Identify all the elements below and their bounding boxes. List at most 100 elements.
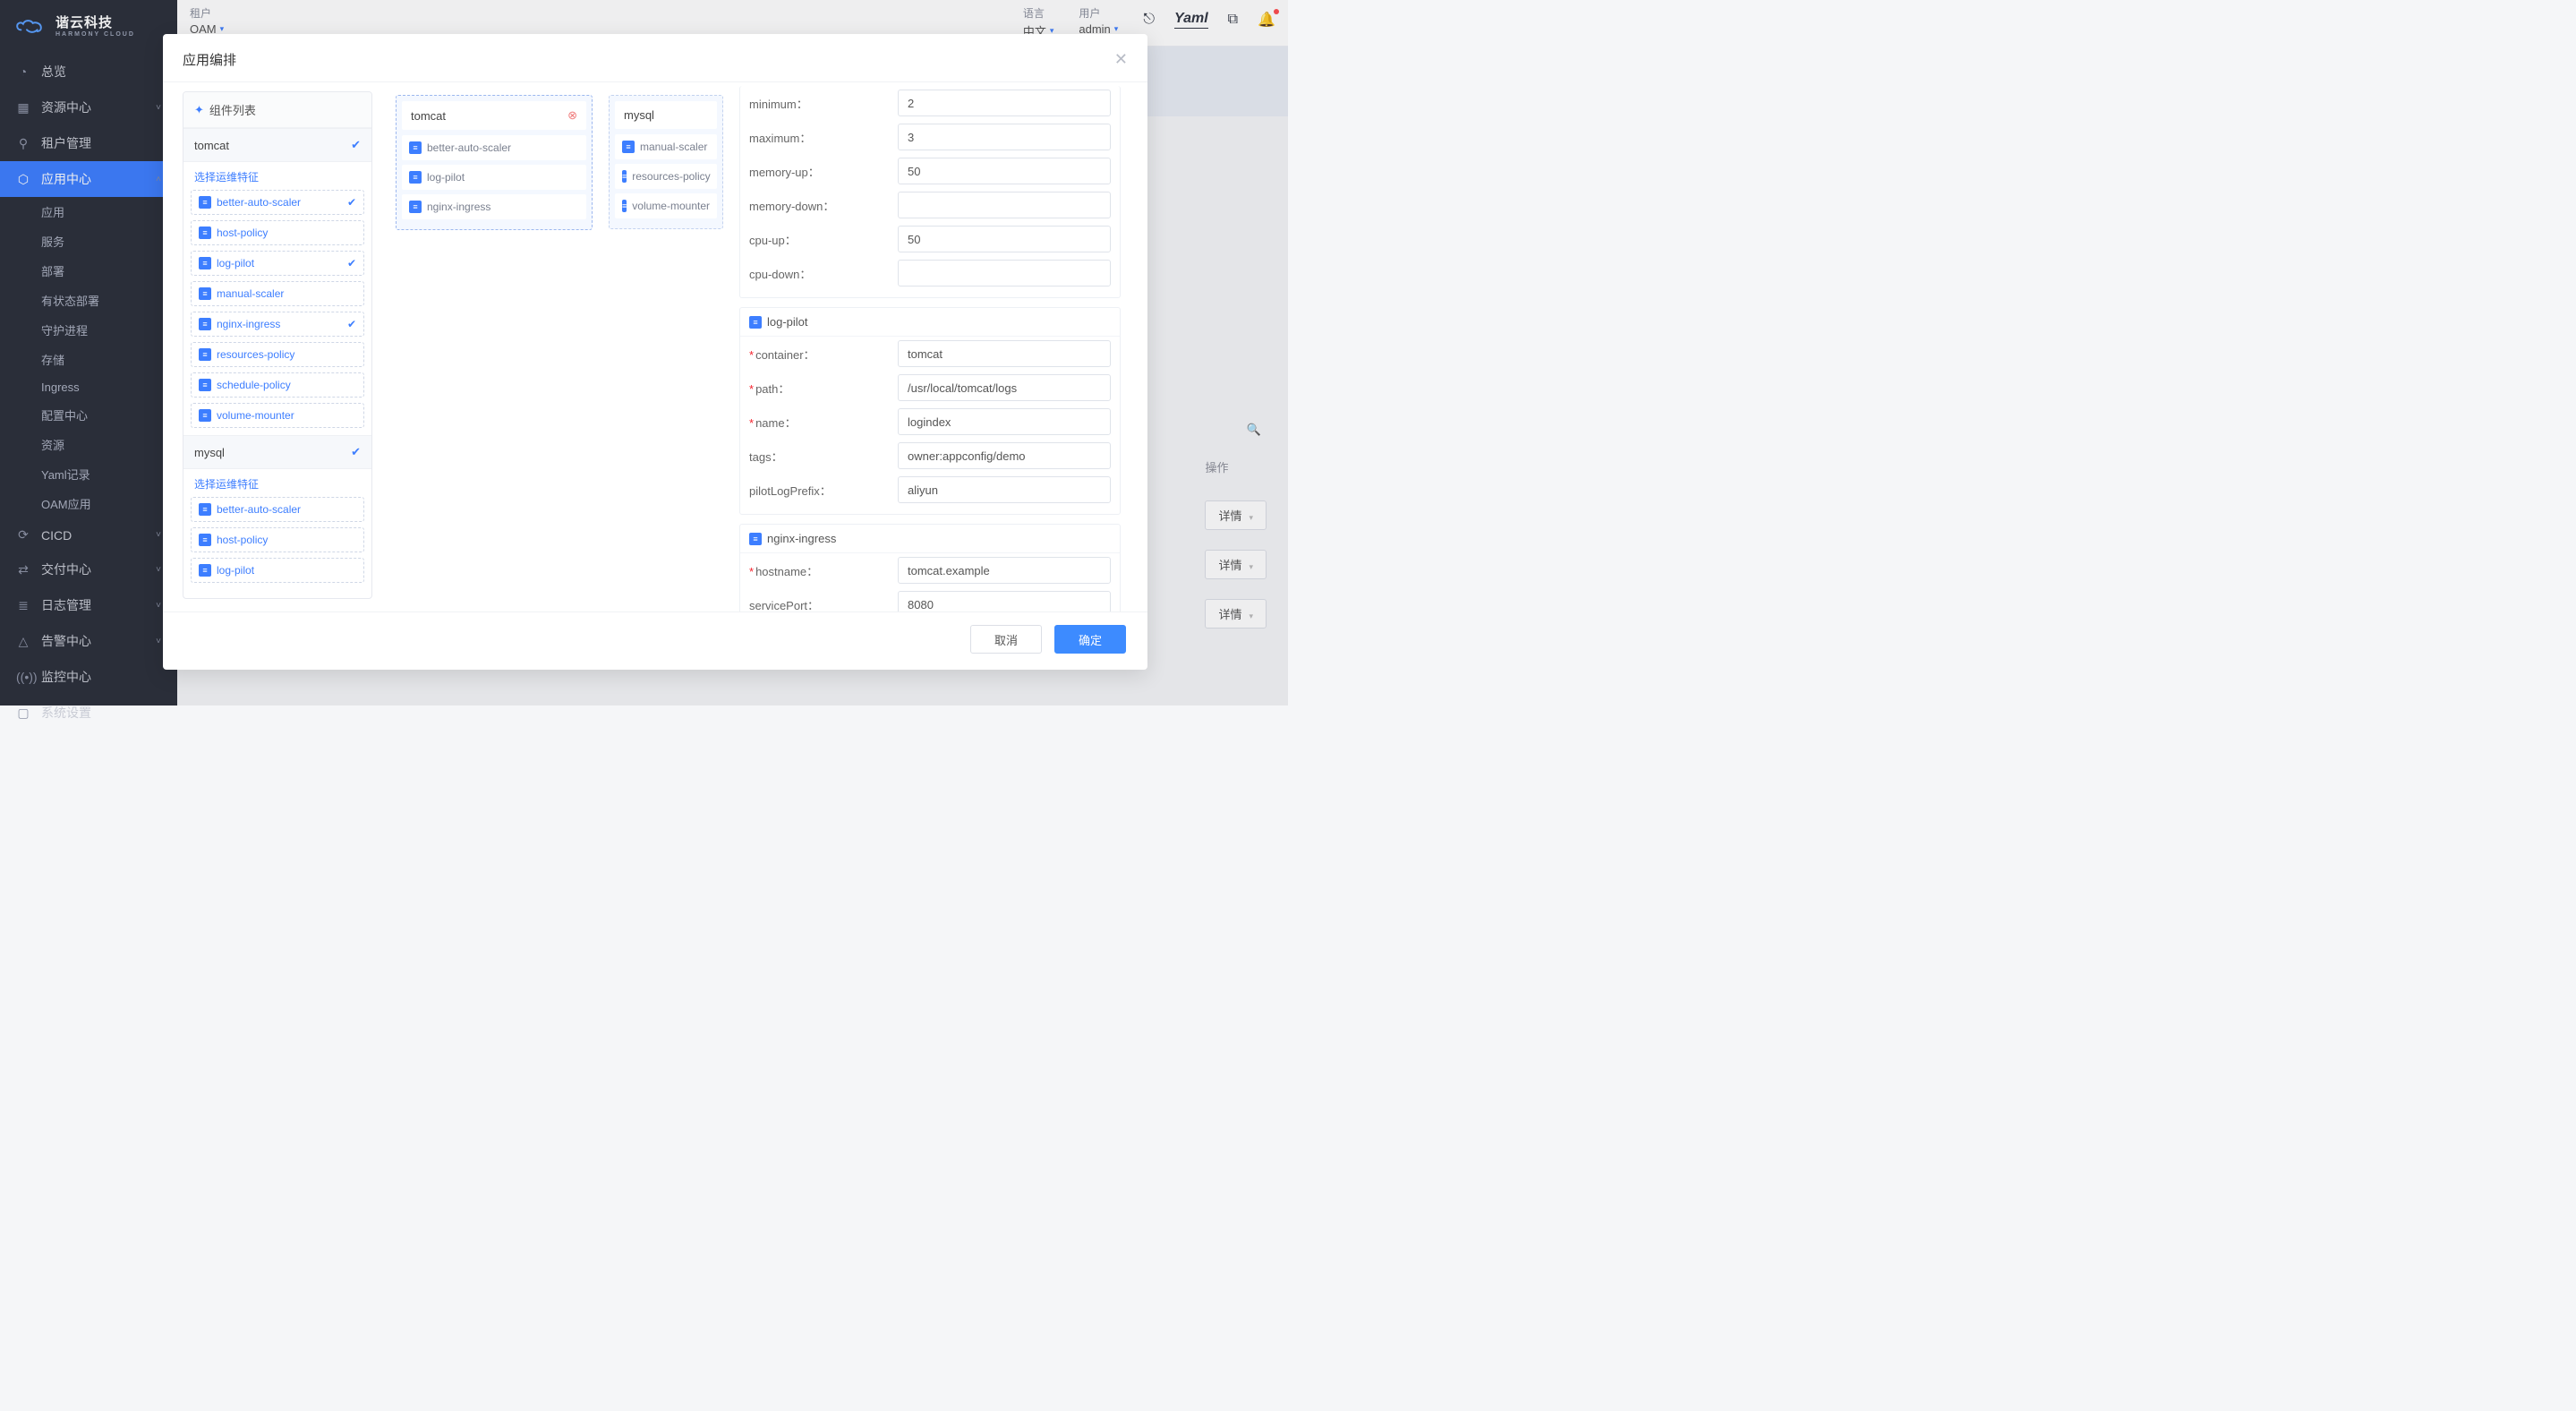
form-label: cpu-down： xyxy=(749,265,883,282)
minimum-input[interactable] xyxy=(898,90,1111,116)
form-section: ≡log-pilot *container： *path： *name： tags： pi… xyxy=(739,307,1121,515)
db-icon: ≡ xyxy=(199,196,211,209)
components-panel-title: 组件列表 xyxy=(209,101,256,118)
container-input[interactable] xyxy=(898,340,1111,367)
remove-icon[interactable]: ⊗ xyxy=(567,108,577,123)
trait-option[interactable]: ≡manual-scaler xyxy=(191,281,364,306)
check-circle-icon: ✔ xyxy=(351,445,361,459)
db-icon: ≡ xyxy=(622,200,627,212)
modal-title: 应用编排 xyxy=(183,50,236,69)
form-section-head: ≡nginx-ingress xyxy=(740,525,1120,553)
pilotLogPrefix-input[interactable] xyxy=(898,476,1111,503)
check-circle-icon: ✔ xyxy=(351,138,361,152)
db-icon: ≡ xyxy=(199,318,211,330)
card-trait[interactable]: ≡log-pilot xyxy=(402,165,586,190)
db-icon: ≡ xyxy=(749,316,762,329)
form-label: *path： xyxy=(749,380,883,397)
db-icon: ≡ xyxy=(199,379,211,391)
form-section: minimum： maximum： memory-up： memory-down： cp… xyxy=(739,86,1121,298)
form-row: *hostname： xyxy=(740,553,1120,587)
db-icon: ≡ xyxy=(409,141,422,154)
component-card[interactable]: tomcat⊗ ≡better-auto-scaler ≡log-pilot ≡ngi… xyxy=(396,95,593,230)
trait-option[interactable]: ≡log-pilot xyxy=(191,558,364,583)
form-label: *hostname： xyxy=(749,562,883,579)
form-label: memory-up： xyxy=(749,163,883,180)
db-icon: ≡ xyxy=(199,348,211,361)
db-icon: ≡ xyxy=(199,287,211,300)
db-icon: ≡ xyxy=(199,564,211,577)
trait-option[interactable]: ≡volume-mounter xyxy=(191,403,364,428)
check-circle-icon: ✔ xyxy=(347,318,356,330)
form-row: cpu-down： xyxy=(740,256,1120,290)
component-header[interactable]: mysql✔ xyxy=(183,435,371,469)
trait-option[interactable]: ≡better-auto-scaler✔ xyxy=(191,190,364,215)
cpu-down-input[interactable] xyxy=(898,260,1111,286)
trait-option[interactable]: ≡resources-policy xyxy=(191,342,364,367)
card-trait[interactable]: ≡resources-policy xyxy=(615,164,717,189)
form-label: tags： xyxy=(749,448,883,465)
form-label: maximum： xyxy=(749,129,883,146)
component-card-head: tomcat⊗ xyxy=(402,101,586,130)
cancel-button[interactable]: 取消 xyxy=(970,625,1042,654)
form-row: maximum： xyxy=(740,120,1120,154)
trait-form-panel: minimum： maximum： memory-up： memory-down： cp… xyxy=(736,82,1147,611)
memory-down-input[interactable] xyxy=(898,192,1111,218)
trait-option[interactable]: ≡host-policy xyxy=(191,527,364,552)
trait-option[interactable]: ≡better-auto-scaler xyxy=(191,497,364,522)
db-icon: ≡ xyxy=(749,533,762,545)
check-circle-icon: ✔ xyxy=(347,257,356,269)
db-icon: ≡ xyxy=(409,171,422,184)
db-icon: ≡ xyxy=(622,170,627,183)
hostname-input[interactable] xyxy=(898,557,1111,584)
component-card-head: mysql xyxy=(615,101,717,129)
maximum-input[interactable] xyxy=(898,124,1111,150)
select-traits-label: 选择运维特征 xyxy=(183,469,371,497)
form-label: minimum： xyxy=(749,95,883,112)
nav-icon: ▢ xyxy=(16,706,30,721)
close-icon[interactable]: ✕ xyxy=(1114,50,1128,69)
db-icon: ≡ xyxy=(199,227,211,239)
db-icon: ≡ xyxy=(199,503,211,516)
form-label: *name： xyxy=(749,414,883,431)
form-row: servicePort： xyxy=(740,587,1120,611)
card-trait[interactable]: ≡manual-scaler xyxy=(615,134,717,159)
modal: 应用编排 ✕ ✦ 组件列表 tomcat✔选择运维特征≡better-auto-… xyxy=(163,34,1147,670)
trait-option[interactable]: ≡nginx-ingress✔ xyxy=(191,312,364,337)
trait-option[interactable]: ≡log-pilot✔ xyxy=(191,251,364,276)
puzzle-icon: ✦ xyxy=(194,103,204,117)
db-icon: ≡ xyxy=(199,257,211,269)
tags-input[interactable] xyxy=(898,442,1111,469)
db-icon: ≡ xyxy=(622,141,635,153)
form-label: pilotLogPrefix： xyxy=(749,482,883,499)
db-icon: ≡ xyxy=(199,409,211,422)
form-row: memory-up： xyxy=(740,154,1120,188)
cpu-up-input[interactable] xyxy=(898,226,1111,252)
name-input[interactable] xyxy=(898,408,1111,435)
trait-option[interactable]: ≡schedule-policy xyxy=(191,372,364,398)
form-row: memory-down： xyxy=(740,188,1120,222)
check-circle-icon: ✔ xyxy=(347,196,356,209)
nav-label: 系统设置 xyxy=(41,704,91,722)
form-section: ≡nginx-ingress*hostname：servicePort：path… xyxy=(739,524,1121,611)
servicePort-input[interactable] xyxy=(898,591,1111,611)
components-panel: ✦ 组件列表 tomcat✔选择运维特征≡better-auto-scaler✔… xyxy=(183,91,372,599)
path-input[interactable] xyxy=(898,374,1111,401)
form-label: servicePort： xyxy=(749,596,883,612)
form-row: *name： xyxy=(740,405,1120,439)
component-header[interactable]: tomcat✔ xyxy=(183,128,371,162)
form-section-head: ≡log-pilot xyxy=(740,308,1120,337)
component-card[interactable]: mysql ≡manual-scaler ≡resources-policy ≡vol… xyxy=(609,95,723,229)
form-row: minimum： xyxy=(740,86,1120,120)
card-trait[interactable]: ≡volume-mounter xyxy=(615,193,717,218)
form-row: pilotLogPrefix： xyxy=(740,473,1120,507)
trait-option[interactable]: ≡host-policy xyxy=(191,220,364,245)
card-trait[interactable]: ≡better-auto-scaler xyxy=(402,135,586,160)
form-label: cpu-up： xyxy=(749,231,883,248)
card-trait[interactable]: ≡nginx-ingress xyxy=(402,194,586,219)
form-row: cpu-up： xyxy=(740,222,1120,256)
select-traits-label: 选择运维特征 xyxy=(183,162,371,190)
form-row: *container： xyxy=(740,337,1120,371)
memory-up-input[interactable] xyxy=(898,158,1111,184)
form-label: *container： xyxy=(749,346,883,363)
ok-button[interactable]: 确定 xyxy=(1054,625,1126,654)
